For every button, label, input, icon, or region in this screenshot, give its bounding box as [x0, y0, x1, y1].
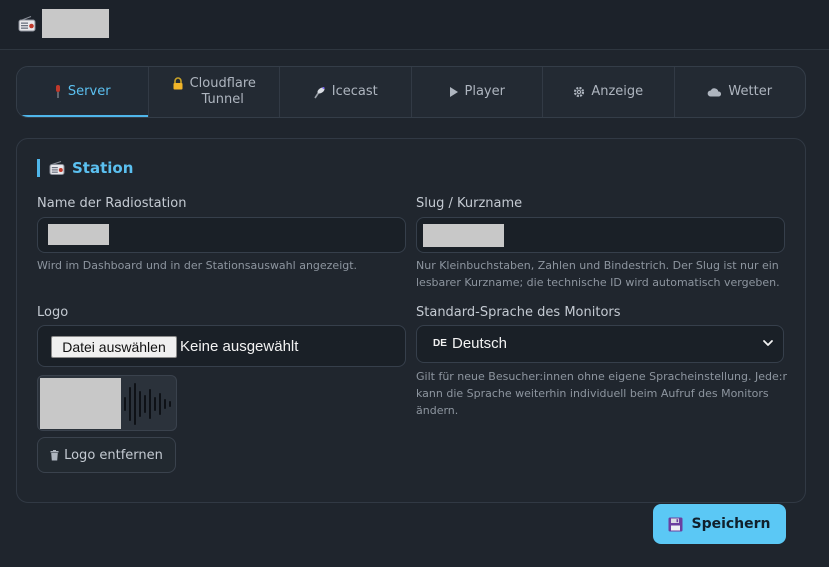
- waveform-icon: [124, 383, 171, 425]
- tab-server[interactable]: Server: [17, 67, 149, 117]
- tab-wetter[interactable]: Wetter: [675, 67, 806, 117]
- language-label: Standard-Sprache des Monitors: [416, 305, 621, 320]
- tab-label: Cloudflare Tunnel: [190, 76, 256, 108]
- logo-preview: [37, 375, 177, 431]
- tab-player[interactable]: Player: [412, 67, 543, 117]
- radio-icon: [49, 161, 65, 175]
- remove-logo-button[interactable]: Logo entfernen: [37, 437, 176, 473]
- chevron-down-icon: [763, 340, 773, 346]
- app-title-redacted: [42, 9, 109, 38]
- tab-cloudflare-tunnel[interactable]: Cloudflare Tunnel: [149, 67, 280, 117]
- logo-image-redacted: [40, 378, 121, 429]
- station-card: Station Name der Radiostation Wird im Da…: [16, 138, 806, 503]
- tab-label: Server: [67, 84, 111, 99]
- section-title-text: Station: [72, 159, 134, 177]
- logo-file-input[interactable]: Datei auswählen Keine ausgewählt: [37, 325, 406, 367]
- tab-anzeige[interactable]: Anzeige: [543, 67, 675, 117]
- top-bar: [0, 0, 829, 50]
- tab-label: Player: [464, 84, 505, 99]
- slug-hint-line2: lesbarer Kurzname; die technische ID wir…: [416, 276, 780, 289]
- slug-hint: Nur Kleinbuchstaben, Zahlen und Bindestr…: [416, 257, 791, 291]
- tab-icecast[interactable]: Icecast: [280, 67, 412, 117]
- cloud-icon: [708, 88, 722, 97]
- language-hint-line1: Gilt für neue Besucher:innen ohne eigene…: [416, 370, 787, 383]
- section-title: Station: [37, 159, 133, 177]
- save-button-label: Speichern: [691, 516, 771, 532]
- language-hint: Gilt für neue Besucher:innen ohne eigene…: [416, 368, 792, 419]
- slug-label: Slug / Kurzname: [416, 196, 523, 211]
- logo-label: Logo: [37, 305, 69, 320]
- microphone-icon: [55, 85, 60, 98]
- tab-label: Icecast: [331, 84, 378, 99]
- slug-value-redacted: [423, 224, 504, 247]
- play-icon: [449, 87, 458, 97]
- language-select-value: Deutsch: [452, 335, 508, 352]
- broadcast-icon: [314, 86, 325, 98]
- floppy-disk-icon: [668, 517, 683, 531]
- remove-logo-label: Logo entfernen: [64, 447, 163, 463]
- tab-label: Wetter: [728, 84, 773, 99]
- slug-hint-line1: Nur Kleinbuchstaben, Zahlen und Bindestr…: [416, 259, 779, 272]
- slug-input[interactable]: [416, 217, 785, 253]
- station-name-hint: Wird im Dashboard und in der Stationsaus…: [37, 259, 358, 272]
- tab-label-line1: Cloudflare: [189, 76, 256, 91]
- flag-de-icon: DE: [433, 338, 447, 349]
- lock-icon: [173, 77, 183, 90]
- language-hint-line2: kann die Sprache weiterhin individuell b…: [416, 387, 769, 400]
- save-button[interactable]: Speichern: [653, 504, 786, 544]
- station-name-label: Name der Radiostation: [37, 196, 187, 211]
- gear-icon: [574, 86, 585, 98]
- radio-icon: [18, 16, 36, 32]
- station-name-value-redacted: [48, 224, 109, 245]
- language-select[interactable]: DE Deutsch: [416, 325, 784, 363]
- file-status: Keine ausgewählt: [180, 338, 299, 355]
- tab-label-line2: Tunnel: [201, 92, 244, 107]
- choose-file-button[interactable]: Datei auswählen: [51, 336, 177, 358]
- language-hint-line3: ändern.: [416, 404, 459, 417]
- trash-icon: [50, 449, 59, 460]
- settings-tabs: Server Cloudflare Tunnel Icecast Player …: [16, 66, 806, 118]
- station-name-input[interactable]: [37, 217, 406, 253]
- tab-label: Anzeige: [591, 84, 644, 99]
